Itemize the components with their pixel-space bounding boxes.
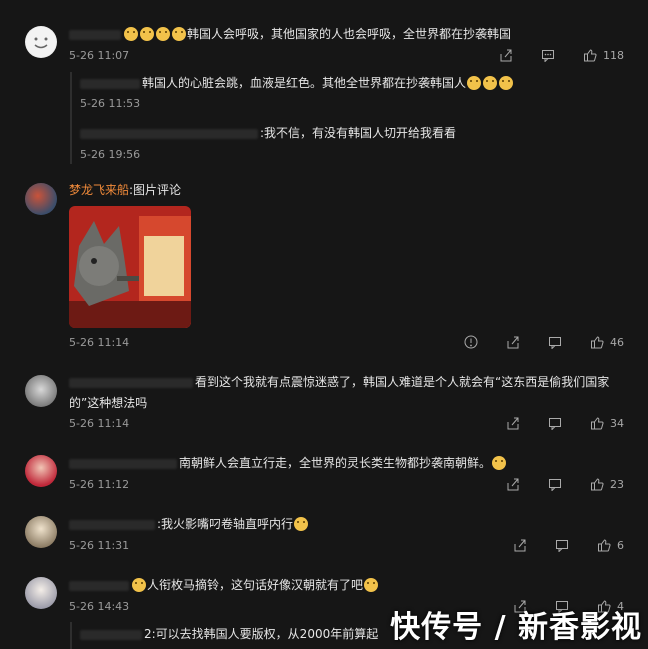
smiley-avatar-icon bbox=[26, 27, 56, 57]
comment-image[interactable] bbox=[69, 206, 191, 328]
comment-text: 梦龙飞来船:图片评论 bbox=[69, 182, 181, 198]
reply-text: :我不信，有没有韩国人切开给我看看 bbox=[80, 125, 456, 141]
like-count: 6 bbox=[617, 538, 624, 552]
timestamp: 5-26 11:14 bbox=[69, 336, 130, 349]
like-icon[interactable] bbox=[583, 48, 597, 62]
share-icon[interactable] bbox=[499, 48, 513, 62]
like-count: 118 bbox=[603, 48, 624, 62]
comment-text: 人衔枚马摘铃，这句话好像汉朝就有了吧 bbox=[69, 577, 379, 593]
avatar[interactable] bbox=[25, 375, 57, 407]
action-bar: 34 bbox=[506, 416, 624, 430]
emoji-icon bbox=[492, 455, 507, 470]
emoji-icon bbox=[364, 577, 379, 592]
timestamp: 5-26 19:56 bbox=[80, 148, 141, 161]
avatar[interactable] bbox=[25, 183, 57, 215]
watermark: 快传号 / 新香影视 bbox=[390, 610, 642, 645]
comment-body: 看到这个我就有点震惊迷惑了，韩国人难道是个人就会有“这东西是偷我们国家 bbox=[195, 375, 610, 389]
like-icon[interactable] bbox=[590, 477, 604, 491]
redacted-username bbox=[80, 78, 140, 89]
comment-body: 人衔枚马摘铃，这句话好像汉朝就有了吧 bbox=[147, 578, 364, 592]
emoji-icon bbox=[467, 75, 482, 90]
redacted-username bbox=[69, 580, 129, 591]
like-icon[interactable] bbox=[590, 416, 604, 430]
comment-body: :我不信，有没有韩国人切开给我看看 bbox=[260, 126, 457, 140]
avatar[interactable] bbox=[25, 26, 57, 58]
comment-text: :我火影嘴叼卷轴直呼内行 bbox=[69, 516, 309, 532]
like-icon[interactable] bbox=[597, 538, 611, 552]
redacted-username bbox=[80, 629, 142, 640]
timestamp: 5-26 14:43 bbox=[69, 600, 130, 613]
comment-body: 韩国人会呼吸，其他国家的人也会呼吸，全世界都在抄袭韩国 bbox=[187, 27, 512, 41]
reply-thread-bar bbox=[70, 622, 72, 649]
timestamp: 5-26 11:14 bbox=[69, 417, 130, 430]
emoji-icon bbox=[156, 26, 170, 41]
comment-text: 韩国人会呼吸，其他国家的人也会呼吸，全世界都在抄袭韩国 bbox=[69, 26, 511, 42]
comment-text: 南朝鲜人会直立行走，全世界的灵长类生物都抄袭南朝鲜。 bbox=[69, 455, 507, 471]
timestamp: 5-26 11:53 bbox=[80, 97, 141, 110]
share-icon[interactable] bbox=[506, 416, 520, 430]
redacted-username bbox=[69, 29, 121, 40]
comment-body: :我火影嘴叼卷轴直呼内行 bbox=[157, 517, 294, 531]
avatar[interactable] bbox=[25, 516, 57, 548]
action-bar: 46 bbox=[464, 335, 624, 349]
timestamp: 5-26 11:31 bbox=[69, 539, 130, 552]
comment-body: 韩国人的心脏会跳，血液是红色。其他全世界都在抄袭韩国人 bbox=[142, 76, 467, 90]
reply-thread-bar bbox=[70, 72, 72, 164]
redacted-username bbox=[69, 458, 177, 469]
share-icon[interactable] bbox=[513, 538, 527, 552]
share-icon[interactable] bbox=[506, 477, 520, 491]
avatar[interactable] bbox=[25, 455, 57, 487]
action-bar: 118 bbox=[499, 48, 624, 62]
like-count: 23 bbox=[610, 477, 624, 491]
username[interactable]: 梦龙飞来船 bbox=[69, 183, 129, 197]
like-count: 46 bbox=[610, 335, 624, 349]
comment-icon[interactable] bbox=[548, 335, 562, 349]
comment-body: :图片评论 bbox=[129, 183, 182, 197]
comment-text-continued: 的”这种想法吗 bbox=[69, 396, 148, 410]
emoji-icon bbox=[172, 26, 186, 41]
comment-icon[interactable] bbox=[541, 48, 555, 62]
emoji-icon bbox=[124, 26, 138, 41]
comment-icon[interactable] bbox=[548, 477, 562, 491]
emoji-icon bbox=[132, 577, 146, 592]
redacted-username bbox=[69, 519, 155, 530]
reply-text: 2:可以去找韩国人要版权，从2000年前算起 bbox=[80, 626, 378, 642]
emoji-icon bbox=[499, 75, 514, 90]
action-bar: 23 bbox=[506, 477, 624, 491]
report-icon[interactable] bbox=[464, 335, 478, 349]
emoji-icon bbox=[294, 516, 309, 531]
share-icon[interactable] bbox=[506, 335, 520, 349]
avatar[interactable] bbox=[25, 577, 57, 609]
action-bar: 6 bbox=[513, 538, 624, 552]
timestamp: 5-26 11:12 bbox=[69, 478, 130, 491]
like-count: 34 bbox=[610, 416, 624, 430]
fox-statue-image bbox=[69, 206, 191, 328]
redacted-username bbox=[69, 377, 193, 388]
comment-icon[interactable] bbox=[548, 416, 562, 430]
emoji-icon bbox=[483, 75, 498, 90]
comment-icon[interactable] bbox=[555, 538, 569, 552]
like-icon[interactable] bbox=[590, 335, 604, 349]
emoji-icon bbox=[140, 26, 154, 41]
reply-text: 韩国人的心脏会跳，血液是红色。其他全世界都在抄袭韩国人 bbox=[80, 75, 514, 91]
comment-body: 南朝鲜人会直立行走，全世界的灵长类生物都抄袭南朝鲜。 bbox=[179, 456, 492, 470]
timestamp: 5-26 11:07 bbox=[69, 49, 130, 62]
comment-body: 2:可以去找韩国人要版权，从2000年前算起 bbox=[144, 627, 379, 641]
redacted-username bbox=[80, 128, 258, 139]
comment-text: 看到这个我就有点震惊迷惑了，韩国人难道是个人就会有“这东西是偷我们国家 bbox=[69, 374, 609, 390]
